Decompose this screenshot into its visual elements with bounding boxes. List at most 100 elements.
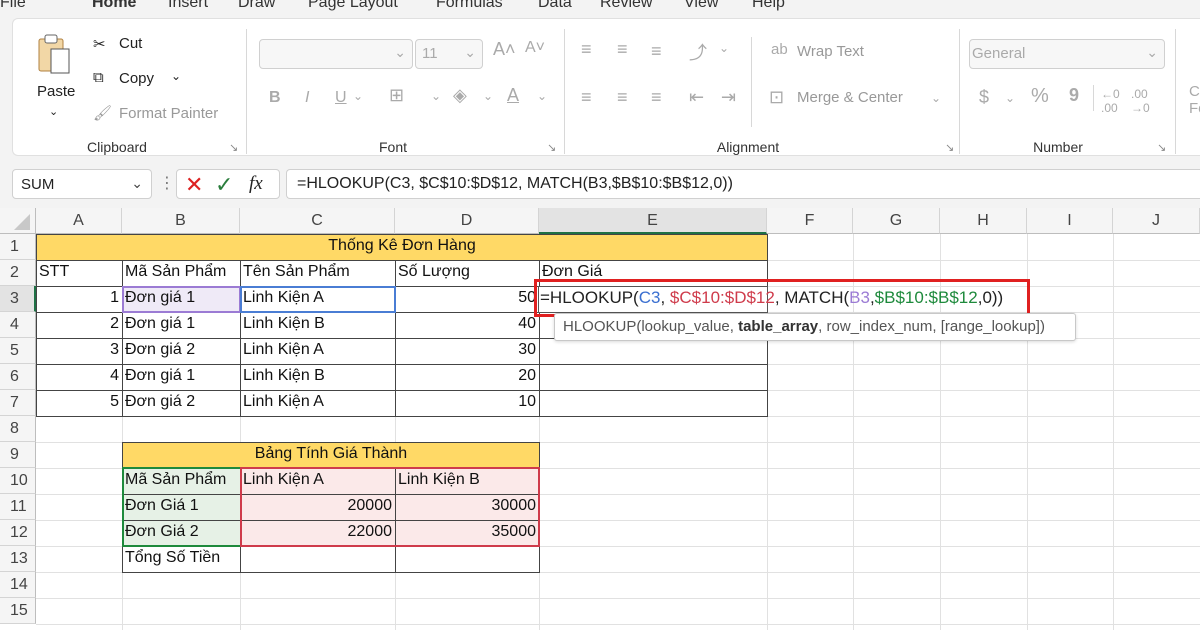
font-color-icon[interactable]: A <box>507 85 519 106</box>
stt-cell[interactable]: 1 <box>36 289 122 307</box>
tab-file[interactable]: File <box>0 0 26 12</box>
product-code-cell[interactable]: Đơn giá 1 <box>122 367 240 385</box>
clipboard-launcher-icon[interactable]: ↘ <box>229 141 238 154</box>
product-name-cell[interactable]: Linh Kiện B <box>240 367 395 385</box>
align-center-icon[interactable]: ≡ <box>617 87 628 108</box>
comma-icon[interactable]: 9 <box>1069 85 1079 106</box>
align-left-icon[interactable]: ≡ <box>581 87 592 108</box>
tab-draw[interactable]: Draw <box>238 0 275 12</box>
row-header-14[interactable]: 14 <box>0 572 36 598</box>
column-header-i[interactable]: I <box>1027 208 1113 234</box>
font-name-select[interactable]: ⌄ <box>259 39 413 69</box>
product-name-cell[interactable]: Linh Kiện B <box>240 315 395 333</box>
price-label-cell[interactable]: Đơn Giá 2 <box>122 523 240 541</box>
row-header-15[interactable]: 15 <box>0 598 36 624</box>
copy-button[interactable]: Copy <box>119 70 154 87</box>
price-cell[interactable]: 22000 <box>240 523 395 541</box>
product-code-cell[interactable]: Đơn giá 1 <box>122 315 240 333</box>
header-cell[interactable]: Linh Kiện B <box>395 471 539 489</box>
conditional-formatting-icon[interactable]: CFo <box>1189 83 1200 117</box>
column-header-d[interactable]: D <box>395 208 539 234</box>
product-code-cell[interactable]: Đơn giá 2 <box>122 393 240 411</box>
merge-center-button[interactable]: Merge & Center <box>797 89 903 106</box>
row-header-8[interactable]: 8 <box>0 416 36 442</box>
edit-formula[interactable]: =HLOOKUP(C3, $C$10:$D$12, MATCH(B3,$B$10… <box>540 288 1003 308</box>
stt-cell[interactable]: 3 <box>36 341 122 359</box>
column-header-c[interactable]: C <box>240 208 395 234</box>
align-middle-icon[interactable]: ≡ <box>617 39 628 60</box>
cancel-icon[interactable]: ✕ <box>185 172 203 198</box>
tab-data[interactable]: Data <box>538 0 572 12</box>
title-cell[interactable]: Thống Kê Đơn Hàng <box>36 237 768 255</box>
decrease-decimal-icon[interactable]: .00 →0 <box>1131 87 1150 115</box>
column-header-g[interactable]: G <box>853 208 940 234</box>
orientation-icon[interactable]: ⤴ <box>689 39 707 65</box>
select-all-corner[interactable] <box>0 208 36 234</box>
stt-cell[interactable]: 4 <box>36 367 122 385</box>
row-header-3[interactable]: 3 <box>0 286 36 312</box>
header-cell[interactable]: Linh Kiện A <box>240 471 395 489</box>
decrease-font-icon[interactable]: A˅ <box>525 39 545 57</box>
title-cell[interactable]: Bảng Tính Giá Thành <box>122 445 540 463</box>
row-header-13[interactable]: 13 <box>0 546 36 572</box>
decrease-indent-icon[interactable]: ⇤ <box>689 87 704 108</box>
product-code-cell[interactable]: Đơn giá 2 <box>122 341 240 359</box>
header-cell[interactable]: Mã Sản Phẩm <box>122 471 240 489</box>
row-header-7[interactable]: 7 <box>0 390 36 416</box>
increase-font-icon[interactable]: A˄ <box>493 39 516 60</box>
borders-icon[interactable]: ⊞ <box>389 85 404 106</box>
fill-color-icon[interactable]: ◈ <box>453 85 467 106</box>
more-options-icon[interactable]: ⋮ <box>159 173 175 193</box>
total-label-cell[interactable]: Tổng Số Tiền <box>122 549 240 567</box>
product-code-cell[interactable]: Đơn giá 1 <box>122 289 240 307</box>
chevron-down-icon[interactable]: ⌄ <box>719 41 729 55</box>
stt-cell[interactable]: 2 <box>36 315 122 333</box>
spreadsheet-grid[interactable]: ABCDEFGHIJ 1 2 3 4 5 6 7 8 9 10 11 12 13 14 15 Thống K… <box>0 208 1200 630</box>
row-header-11[interactable]: 11 <box>0 494 36 520</box>
paste-chevron-icon[interactable]: ⌄ <box>49 105 58 118</box>
alignment-launcher-icon[interactable]: ↘ <box>945 141 954 154</box>
currency-icon[interactable]: $ <box>979 87 989 108</box>
copy-chevron-icon[interactable]: ⌄ <box>171 69 181 83</box>
price-cell[interactable]: 20000 <box>240 497 395 515</box>
column-header-h[interactable]: H <box>940 208 1027 234</box>
tab-home[interactable]: Home <box>92 0 136 12</box>
paste-icon[interactable] <box>35 33 73 77</box>
row-header-12[interactable]: 12 <box>0 520 36 546</box>
column-header-a[interactable]: A <box>36 208 122 234</box>
tab-help[interactable]: Help <box>752 0 785 12</box>
tab-review[interactable]: Review <box>600 0 652 12</box>
number-launcher-icon[interactable]: ↘ <box>1157 141 1166 154</box>
quantity-cell[interactable]: 40 <box>395 315 539 333</box>
align-top-icon[interactable]: ≡ <box>581 39 592 60</box>
row-header-6[interactable]: 6 <box>0 364 36 390</box>
chevron-down-icon[interactable]: ⌄ <box>431 89 441 103</box>
formula-input[interactable]: =HLOOKUP(C3, $C$10:$D$12, MATCH(B3,$B$10… <box>286 169 1200 199</box>
align-bottom-icon[interactable]: ≡ <box>651 41 662 62</box>
tab-view[interactable]: View <box>684 0 718 12</box>
row-header-9[interactable]: 9 <box>0 442 36 468</box>
header-cell[interactable]: Số Lượng <box>395 263 539 281</box>
product-name-cell[interactable]: Linh Kiện A <box>240 393 395 411</box>
increase-indent-icon[interactable]: ⇥ <box>721 87 736 108</box>
header-cell[interactable]: Tên Sản Phẩm <box>240 263 395 281</box>
number-format-select[interactable]: General ⌄ <box>969 39 1165 69</box>
align-right-icon[interactable]: ≡ <box>651 87 662 108</box>
paste-button[interactable]: Paste <box>37 83 75 100</box>
row-header-4[interactable]: 4 <box>0 312 36 338</box>
product-name-cell[interactable]: Linh Kiện A <box>240 341 395 359</box>
header-cell[interactable]: Mã Sản Phẩm <box>122 263 240 281</box>
chevron-down-icon[interactable]: ⌄ <box>131 175 143 192</box>
tab-insert[interactable]: Insert <box>168 0 208 12</box>
quantity-cell[interactable]: 10 <box>395 393 539 411</box>
column-header-e[interactable]: E <box>539 208 767 234</box>
chevron-down-icon[interactable]: ⌄ <box>483 89 493 103</box>
chevron-down-icon[interactable]: ⌄ <box>353 89 363 103</box>
wrap-text-button[interactable]: Wrap Text <box>797 43 864 60</box>
insert-function-icon[interactable]: fx <box>249 173 263 195</box>
font-size-select[interactable]: 11 ⌄ <box>415 39 483 69</box>
header-cell[interactable]: STT <box>36 263 122 281</box>
row-header-1[interactable]: 1 <box>0 234 36 260</box>
quantity-cell[interactable]: 50 <box>395 289 539 307</box>
italic-button[interactable]: I <box>305 89 309 107</box>
